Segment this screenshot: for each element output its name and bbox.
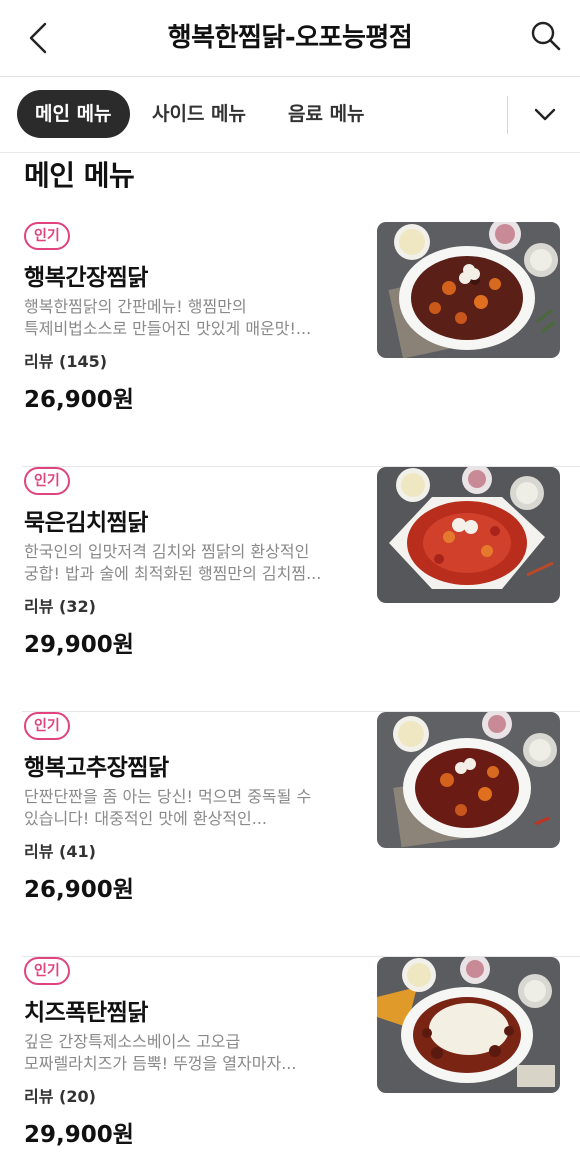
chevron-left-icon (29, 22, 47, 54)
category-tabs: 메인 메뉴 사이드 메뉴 음료 메뉴 (0, 78, 580, 153)
braised-chicken-image (377, 222, 560, 358)
menu-item-name: 행복간장찜닭 (24, 265, 148, 291)
menu-item-photo[interactable] (377, 712, 560, 848)
kimchi-chicken-image (377, 467, 560, 603)
menu-item-description: 한국인의 입맛저격 김치와 찜닭의 환상적인 궁합! 밥과 술에 최적화된 행찜… (24, 541, 354, 585)
review-count: 리뷰 (20) (24, 1087, 96, 1106)
menu-item-price: 26,900원 (24, 387, 134, 413)
search-icon (531, 21, 561, 51)
menu-item-description: 행복한찜닭의 간판메뉴! 행찜만의 특제비법소스로 만들어진 맛있게 매운맛!.… (24, 296, 354, 340)
menu-item-name: 치즈폭탄찜닭 (24, 1000, 148, 1026)
review-count: 리뷰 (41) (24, 842, 96, 861)
popular-badge: 인기 (24, 957, 70, 985)
menu-item-photo[interactable] (377, 957, 560, 1093)
description-line: 한국인의 입맛저격 김치와 찜닭의 환상적인 (24, 542, 310, 561)
menu-item[interactable]: 인기 행복간장찜닭 행복한찜닭의 간판메뉴! 행찜만의 특제비법소스로 만들어진… (0, 222, 580, 467)
menu-item-price: 26,900원 (24, 877, 134, 903)
description-line: 있습니다! 대중적인 맛에 환상적인... (24, 809, 268, 828)
description-line: 모짜렐라치즈가 듬뿍! 뚜껑을 열자마자... (24, 1054, 297, 1073)
tab-divider (507, 96, 508, 134)
description-line: 깊은 간장특제소스베이스 고오급 (24, 1032, 241, 1051)
menu-item-name: 행복고추장찜닭 (24, 755, 169, 781)
menu-item-price: 29,900원 (24, 632, 134, 658)
description-line: 단짠단짠을 좀 아는 당신! 먹으면 중독될 수 (24, 787, 312, 806)
review-count: 리뷰 (145) (24, 352, 108, 371)
menu-item[interactable]: 인기 묵은김치찜닭 한국인의 입맛저격 김치와 찜닭의 환상적인 궁합! 밥과 … (0, 467, 580, 712)
search-button[interactable] (526, 16, 566, 56)
tab-side-menu[interactable]: 사이드 메뉴 (152, 90, 246, 138)
expand-tabs-button[interactable] (522, 92, 568, 138)
menu-item-description: 단짠단짠을 좀 아는 당신! 먹으면 중독될 수 있습니다! 대중적인 맛에 환… (24, 786, 354, 830)
menu-item-name: 묵은김치찜닭 (24, 510, 148, 536)
tab-drink-menu[interactable]: 음료 메뉴 (288, 90, 365, 138)
section-title: 메인 메뉴 (24, 159, 135, 192)
tab-main-menu[interactable]: 메인 메뉴 (17, 90, 130, 138)
page-title: 행복한찜닭-오포능평점 (167, 23, 413, 53)
cheese-chicken-image (377, 957, 560, 1093)
tab-label: 메인 메뉴 (35, 103, 112, 125)
menu-item-price: 29,900원 (24, 1122, 134, 1148)
tab-label: 음료 메뉴 (288, 103, 365, 125)
gochujang-chicken-image (377, 712, 560, 848)
menu-item-description: 깊은 간장특제소스베이스 고오급 모짜렐라치즈가 듬뿍! 뚜껑을 열자마자... (24, 1031, 354, 1075)
menu-item[interactable]: 인기 행복고추장찜닭 단짠단짠을 좀 아는 당신! 먹으면 중독될 수 있습니다… (0, 712, 580, 957)
menu-item[interactable]: 인기 치즈폭탄찜닭 깊은 간장특제소스베이스 고오급 모짜렐라치즈가 듬뿍! 뚜… (0, 957, 580, 1157)
popular-badge: 인기 (24, 467, 70, 495)
description-line: 특제비법소스로 만들어진 맛있게 매운맛!... (24, 319, 312, 338)
review-count: 리뷰 (32) (24, 597, 96, 616)
description-line: 궁합! 밥과 술에 최적화된 행찜만의 김치찜... (24, 564, 322, 583)
app-header: 행복한찜닭-오포능평점 (0, 0, 580, 77)
menu-item-photo[interactable] (377, 222, 560, 358)
menu-item-photo[interactable] (377, 467, 560, 603)
popular-badge: 인기 (24, 222, 70, 250)
back-button[interactable] (18, 18, 58, 58)
popular-badge: 인기 (24, 712, 70, 740)
chevron-down-icon (534, 108, 556, 121)
tab-label: 사이드 메뉴 (152, 103, 247, 125)
description-line: 행복한찜닭의 간판메뉴! 행찜만의 (24, 297, 247, 316)
